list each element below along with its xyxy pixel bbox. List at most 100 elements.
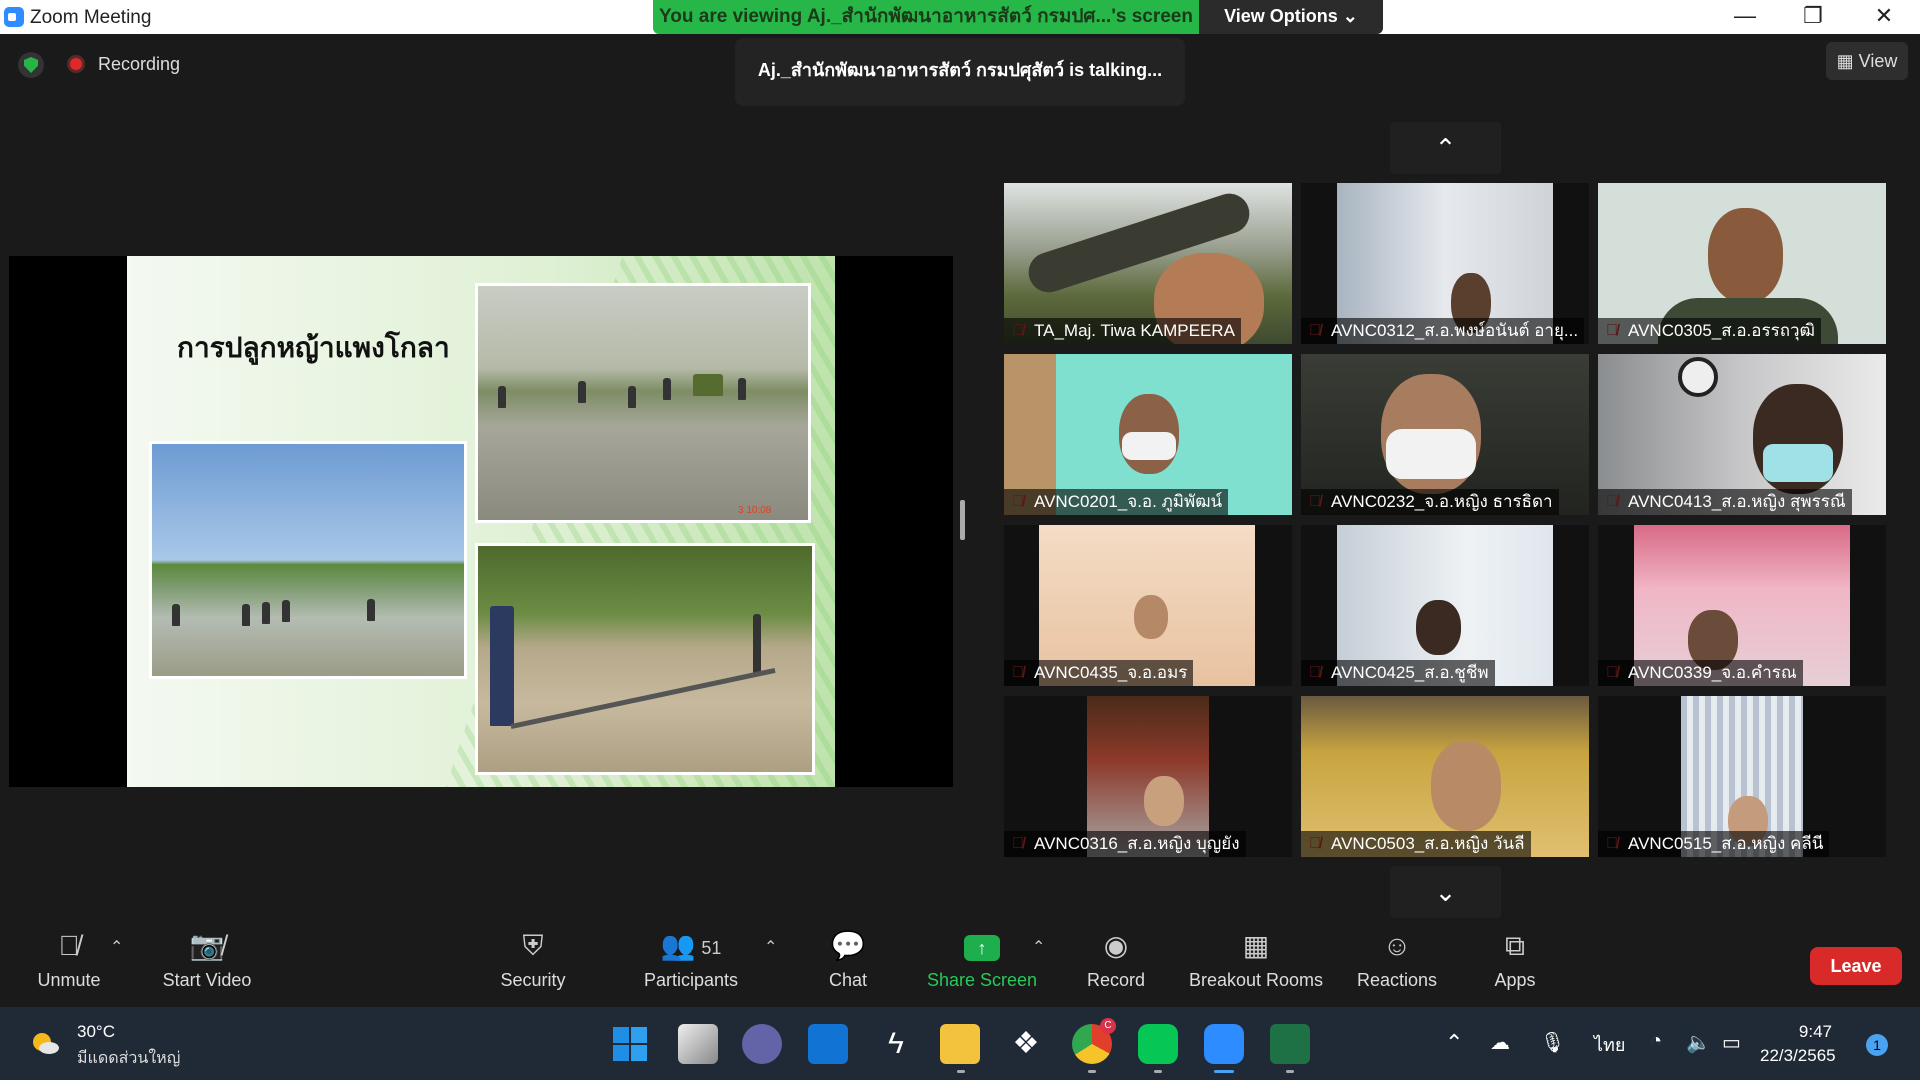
face-mask [1763,444,1833,482]
view-button[interactable]: ▦ View [1826,42,1908,80]
share-options-chevron-icon[interactable]: ⌃ [1032,937,1045,957]
security-button[interactable]: ⛨ Security [490,921,576,1007]
volume-icon[interactable]: 🔈 [1686,1030,1711,1055]
face-mask [1122,432,1176,460]
participant-video-tile[interactable]: 🎙̸ AVNC0435_จ.อ.อมร [1004,525,1292,686]
lightning-app-icon[interactable]: ϟ [876,1024,916,1064]
muted-microphone-icon: 🎙̸ [58,930,80,961]
recording-icon [67,55,85,73]
weather-description[interactable]: มีแดดส่วนใหญ่ [77,1046,180,1071]
teams-chat-icon[interactable] [742,1024,782,1064]
active-speaker-notice: Aj._สำนักพัฒนาอาหารสัตว์ กรมปศุสัตว์ is … [735,38,1185,106]
participant-video-tile[interactable]: 🎙̸ AVNC0316_ส.อ.หญิง บุญยัง [1004,696,1292,857]
participant-name: AVNC0503_ส.อ.หญิง วันลี [1301,831,1531,857]
wifi-icon[interactable]: ◔ [1650,1030,1662,1053]
line-app-icon[interactable] [1138,1024,1178,1064]
participant-name: AVNC0316_ส.อ.หญิง บุญยัง [1004,831,1246,857]
windows-start-icon[interactable] [610,1024,650,1064]
chat-bubble-icon: 💬 [830,930,866,961]
photo-timestamp: 3 10:08 [738,505,772,516]
grid-icon: ▦ [1836,51,1859,71]
onedrive-cloud-icon[interactable]: ☁ [1490,1030,1510,1055]
window-title: Zoom Meeting [30,7,152,28]
participant-video-tile[interactable]: 🎙̸ AVNC0201_จ.อ. ภูมิพัฒน์ [1004,354,1292,515]
participant-video-tile[interactable]: 🎙̸ AVNC0232_จ.อ.หญิง ธารธิดา [1301,354,1589,515]
close-button[interactable]: ✕ [1856,0,1912,34]
show-hidden-icons-chevron-icon[interactable]: ⌃ [1445,1030,1463,1056]
chat-button[interactable]: 💬 Chat [818,921,878,1007]
participant-face [1416,600,1461,655]
participant-face [1134,595,1168,639]
temperature[interactable]: 30°C [77,1022,115,1042]
gallery-down-arrow-button[interactable]: ⌄ [1390,866,1501,918]
participants-icon: 👥 51 [660,930,722,961]
notification-count-badge[interactable]: 1 [1866,1034,1888,1056]
participant-video-tile[interactable]: 🎙̸ AVNC0305_ส.อ.อรรถวุฒิ [1598,183,1886,344]
viewing-screen-banner: You are viewing Aj._สำนักพัฒนาอาหารสัตว์… [653,0,1199,34]
participant-video-tile[interactable]: 🎙̸ TA_Maj. Tiwa KAMPEERA [1004,183,1292,344]
participant-name: AVNC0312_ส.อ.พงษ์อนันต์ อายุ... [1301,318,1585,344]
participant-video-tile[interactable]: 🎙̸ AVNC0312_ส.อ.พงษ์อนันต์ อายุ... [1301,183,1589,344]
participant-video-tile[interactable]: 🎙̸ AVNC0413_ส.อ.หญิง สุพรรณี [1598,354,1886,515]
gallery-up-arrow-button[interactable]: ⌃ [1390,122,1501,174]
participant-name: AVNC0232_จ.อ.หญิง ธารธิดา [1301,489,1559,515]
record-icon: ◉ [1103,930,1129,961]
participant-name: AVNC0435_จ.อ.อมร [1004,660,1194,686]
participant-face [1144,776,1184,826]
mail-icon[interactable] [808,1024,848,1064]
participant-name: AVNC0201_จ.อ. ภูมิพัฒน์ [1004,489,1229,515]
zoom-logo-icon [4,7,24,27]
battery-icon[interactable]: ▭ [1722,1030,1741,1055]
clock-time[interactable]: 9:47 [1760,1022,1832,1042]
chrome-icon[interactable]: C [1072,1018,1116,1064]
panel-resize-handle[interactable] [960,500,965,540]
participant-video-tile[interactable]: 🎙̸ AVNC0515_ส.อ.หญิง คลีนี [1598,696,1886,857]
chrome-profile-badge: C [1100,1018,1116,1034]
participant-video-tile[interactable]: 🎙̸ AVNC0503_ส.อ.หญิง วันลี [1301,696,1589,857]
participant-name: AVNC0413_ส.อ.หญิง สุพรรณี [1598,489,1852,515]
apps-button[interactable]: ⧉ Apps [1490,921,1540,1007]
participant-name: AVNC0305_ส.อ.อรรถวุฒิ [1598,318,1821,344]
share-arrow-icon: ↑ [964,935,1000,961]
participant-face [1708,208,1783,303]
face-mask [1386,429,1476,479]
clock-date[interactable]: 22/3/2565 [1760,1046,1836,1066]
start-video-button[interactable]: 📷̸ Start Video [150,921,264,1007]
leave-meeting-button[interactable]: Leave [1810,947,1902,985]
share-screen-button[interactable]: ↑ Share Screen [922,921,1042,1007]
slide-photo-planting-field: 3 10:08 [475,283,811,523]
minimize-button[interactable]: — [1717,0,1773,34]
participant-name: TA_Maj. Tiwa KAMPEERA [1004,318,1241,344]
file-explorer-icon[interactable] [940,1024,980,1064]
participants-count: 51 [701,937,722,958]
participant-video-tile[interactable]: 🎙̸ AVNC0425_ส.อ.ชูชีพ [1301,525,1589,686]
dropbox-icon[interactable]: ❖ [1006,1024,1046,1064]
reactions-button[interactable]: ☺ Reactions [1352,921,1442,1007]
maximize-button[interactable]: ❐ [1785,0,1841,34]
participant-name: AVNC0515_ส.อ.หญิง คลีนี [1598,831,1830,857]
breakout-rooms-button[interactable]: ▦ Breakout Rooms [1186,921,1326,1007]
microphone-tray-icon[interactable]: 🎙 [1540,1030,1565,1055]
excel-icon[interactable] [1270,1024,1310,1064]
partly-sunny-weather-icon[interactable] [30,1028,60,1058]
view-options-button[interactable]: View Options ⌄ [1199,0,1383,34]
participant-name: AVNC0339_จ.อ.คำรณ [1598,660,1803,686]
audio-options-chevron-icon[interactable]: ⌃ [110,937,123,957]
participant-video-tile[interactable]: 🎙̸ AVNC0339_จ.อ.คำรณ [1598,525,1886,686]
slide-photo-flooded-field [149,441,467,679]
zoom-app-icon[interactable] [1204,1024,1244,1064]
participants-button[interactable]: 👥 51 Participants [634,921,748,1007]
unmute-button[interactable]: 🎙̸ Unmute [22,921,116,1007]
task-view-icon[interactable] [678,1024,718,1064]
participants-options-chevron-icon[interactable]: ⌃ [764,937,777,957]
encryption-shield-icon[interactable] [18,52,44,78]
recording-label[interactable]: Recording [98,54,180,75]
video-off-icon: 📷̸ [189,930,225,961]
shield-icon: ⛨ [522,930,544,961]
record-button[interactable]: ◉ Record [1080,921,1152,1007]
slide-photo-leveling-field [475,543,815,775]
participant-face [1431,741,1501,831]
wall-clock [1678,357,1718,397]
smiley-plus-icon: ☺ [1382,930,1412,961]
language-indicator[interactable]: ไทย [1594,1030,1625,1059]
